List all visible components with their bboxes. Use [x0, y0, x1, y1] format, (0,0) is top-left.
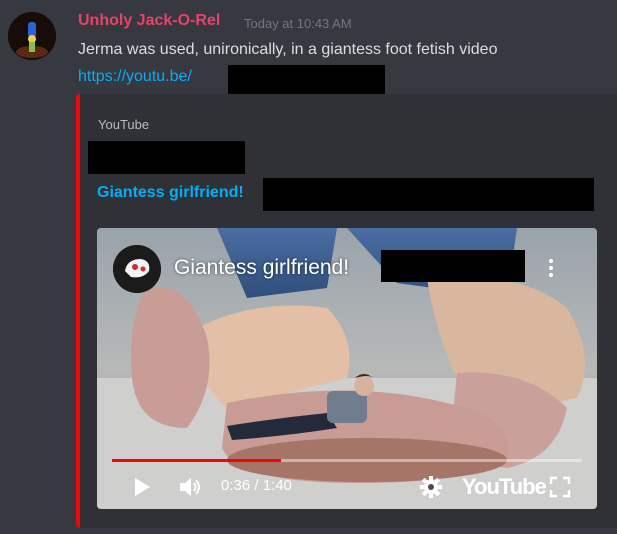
youtube-logo[interactable]: YouTube	[462, 474, 547, 500]
message-timestamp: Today at 10:43 AM	[244, 16, 352, 31]
redacted-title-suffix	[263, 178, 594, 211]
user-avatar[interactable]	[8, 12, 56, 60]
progress-bar[interactable]	[112, 459, 582, 462]
embed-title-link[interactable]: Giantess girlfriend!	[97, 184, 244, 202]
redacted-link-id	[228, 65, 385, 97]
redacted-author	[88, 141, 245, 174]
play-icon[interactable]	[129, 475, 153, 499]
progress-fill	[112, 459, 282, 462]
more-options-icon[interactable]	[543, 256, 559, 280]
time-display: 0:36 / 1:40	[221, 477, 292, 494]
channel-avatar[interactable]	[113, 245, 161, 293]
volume-icon[interactable]	[178, 475, 204, 499]
username[interactable]: Unholy Jack-O-Rel	[78, 12, 220, 30]
settings-gear-icon[interactable]	[419, 475, 443, 499]
embed-provider[interactable]: YouTube	[98, 117, 149, 132]
video-title[interactable]: Giantess girlfriend!	[174, 256, 349, 280]
video-link[interactable]: https://youtu.be/	[78, 68, 192, 86]
redacted-video-title-suffix	[381, 250, 525, 282]
video-player[interactable]: Giantess girlfriend! 0:36 / 1:40 YouTube	[97, 228, 597, 509]
fullscreen-icon[interactable]	[549, 476, 571, 498]
message-text: Jerma was used, unironically, in a giant…	[78, 41, 498, 58]
